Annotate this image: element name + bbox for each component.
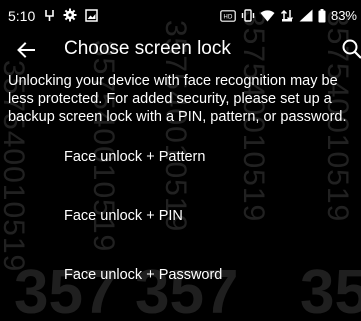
signal-icon <box>299 9 313 22</box>
toolbar: Choose screen lock <box>0 32 361 68</box>
status-bar: 5:10 HD 83% <box>0 0 361 30</box>
option-face-unlock-pattern[interactable]: Face unlock + Pattern <box>0 137 361 177</box>
status-left-icons <box>44 8 98 22</box>
hd-voice-icon: HD <box>220 9 236 22</box>
gear-icon <box>63 8 77 22</box>
svg-text:HD: HD <box>223 13 233 20</box>
back-button[interactable] <box>12 36 40 64</box>
wifi-icon <box>260 10 275 22</box>
battery-percentage: 83% <box>330 8 357 23</box>
status-right-icons: HD 83% <box>220 8 357 23</box>
status-time: 5:10 <box>8 8 36 24</box>
description-text: Unlocking your device with face recognit… <box>8 73 347 125</box>
screen: 357540010519 357540010519 357540010519 3… <box>0 0 361 321</box>
arrow-left-icon <box>17 42 35 58</box>
option-face-unlock-password[interactable]: Face unlock + Password <box>0 255 361 295</box>
page-title: Choose screen lock <box>64 38 231 59</box>
search-icon <box>342 39 361 59</box>
option-face-unlock-pin[interactable]: Face unlock + PIN <box>0 196 361 236</box>
image-icon <box>85 8 98 22</box>
option-label: Face unlock + PIN <box>64 208 183 224</box>
vibrate-icon <box>241 9 255 22</box>
data-transfer-icon <box>280 9 293 22</box>
option-label: Face unlock + Pattern <box>64 149 206 165</box>
notification-icon <box>45 9 54 21</box>
option-label: Face unlock + Password <box>64 267 223 283</box>
battery-icon <box>318 8 326 22</box>
search-button[interactable] <box>339 36 361 64</box>
